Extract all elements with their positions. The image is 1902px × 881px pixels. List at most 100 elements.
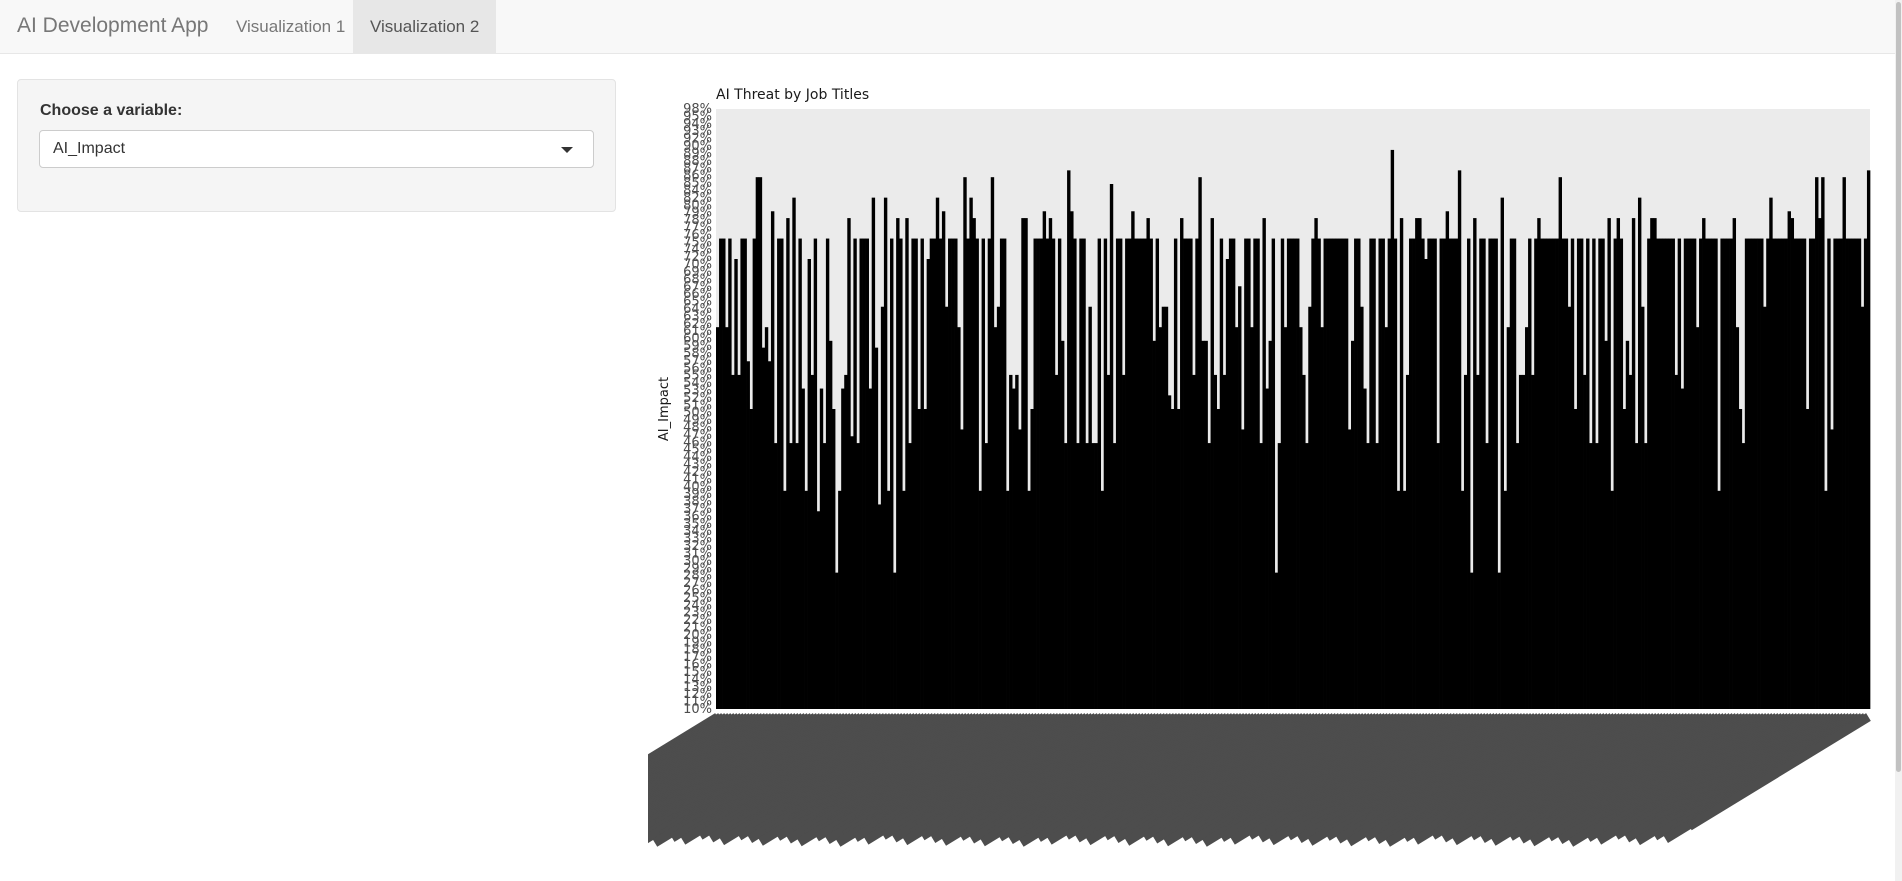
bar — [929, 238, 934, 710]
bar — [1811, 238, 1816, 710]
bar — [1808, 238, 1813, 710]
bar — [1088, 306, 1092, 709]
bar — [1338, 238, 1343, 710]
bar — [1448, 238, 1453, 710]
scrollbar-thumb[interactable] — [1896, 2, 1901, 772]
tab-visualization-2[interactable]: Visualization 2 — [353, 0, 497, 54]
bar — [1607, 218, 1611, 709]
bar — [874, 347, 879, 709]
bar — [1186, 238, 1190, 710]
bar — [1796, 238, 1801, 710]
bar — [1760, 238, 1764, 710]
bar — [1659, 238, 1663, 710]
bar — [1216, 409, 1221, 709]
bar — [1567, 306, 1572, 709]
bar — [1854, 238, 1859, 710]
bar — [1305, 443, 1309, 709]
bar — [990, 177, 995, 709]
bar — [1518, 374, 1523, 709]
bar — [1308, 306, 1312, 709]
bar — [1207, 443, 1211, 709]
bar — [1219, 238, 1224, 710]
bar — [862, 238, 866, 710]
y-tick-label: 98% — [683, 102, 712, 117]
bar — [941, 211, 946, 709]
bar — [1009, 374, 1013, 709]
bar — [911, 238, 915, 710]
page-scrollbar[interactable] — [1895, 0, 1902, 881]
bar — [1085, 443, 1089, 709]
bar — [1149, 238, 1153, 710]
bar — [1540, 238, 1544, 710]
tab-visualization-1[interactable]: Visualization 1 — [219, 0, 362, 54]
bar — [1323, 238, 1327, 710]
y-axis-title: AI_Impact — [657, 377, 672, 441]
app-title[interactable]: AI Development App — [17, 14, 208, 38]
bar — [981, 238, 985, 710]
bar — [1067, 170, 1071, 710]
bar — [795, 443, 799, 709]
bar — [1521, 374, 1526, 709]
bar — [1628, 374, 1633, 709]
bar — [1128, 238, 1132, 710]
bar — [719, 238, 723, 710]
bar — [1863, 238, 1868, 710]
bar — [1030, 409, 1034, 709]
bar — [1195, 238, 1199, 710]
bar — [859, 238, 863, 710]
bar — [1268, 340, 1272, 709]
bar — [908, 443, 912, 709]
bar — [1497, 572, 1501, 709]
bar — [792, 197, 796, 709]
bar — [1750, 238, 1755, 710]
bar — [767, 361, 772, 709]
bar — [1222, 374, 1227, 709]
bar — [1482, 238, 1486, 710]
variable-label: Choose a variable: — [40, 102, 183, 119]
bar — [1381, 238, 1385, 710]
bar — [1042, 211, 1047, 709]
bar — [789, 443, 793, 709]
bar — [844, 374, 848, 709]
bar — [1393, 238, 1398, 710]
bar — [1180, 218, 1184, 709]
bar — [1613, 238, 1617, 710]
bar — [1341, 238, 1346, 710]
bar — [1708, 238, 1712, 710]
bar — [1692, 238, 1697, 710]
bar — [1372, 238, 1376, 710]
x-axis-ticks — [648, 713, 1871, 847]
bar — [886, 490, 891, 709]
bar — [1741, 443, 1746, 709]
bar — [1775, 238, 1779, 710]
bar — [1228, 238, 1233, 710]
bar — [1866, 170, 1871, 710]
bar — [1274, 572, 1279, 709]
bar — [728, 238, 732, 710]
bar — [1439, 238, 1443, 710]
bar — [1170, 409, 1175, 709]
bar — [1570, 238, 1575, 710]
bar — [777, 238, 781, 710]
bar — [1326, 238, 1330, 710]
bar — [1158, 327, 1163, 709]
bar — [1622, 409, 1627, 709]
bar — [1683, 238, 1688, 710]
bar — [1433, 238, 1437, 710]
bar — [1354, 238, 1358, 710]
bar — [1018, 429, 1022, 709]
bar — [1711, 238, 1715, 710]
bar — [1491, 238, 1495, 710]
bar — [1262, 218, 1266, 709]
bar — [1586, 238, 1590, 710]
variable-select[interactable]: AI_Impact — [39, 130, 594, 168]
bar — [1122, 374, 1126, 709]
bar — [749, 409, 753, 709]
bar — [1793, 238, 1798, 710]
bar — [972, 218, 976, 709]
bar — [1479, 238, 1483, 710]
bar — [944, 306, 949, 709]
bar — [1738, 409, 1743, 709]
bar — [1131, 211, 1135, 709]
bar — [1253, 238, 1257, 710]
